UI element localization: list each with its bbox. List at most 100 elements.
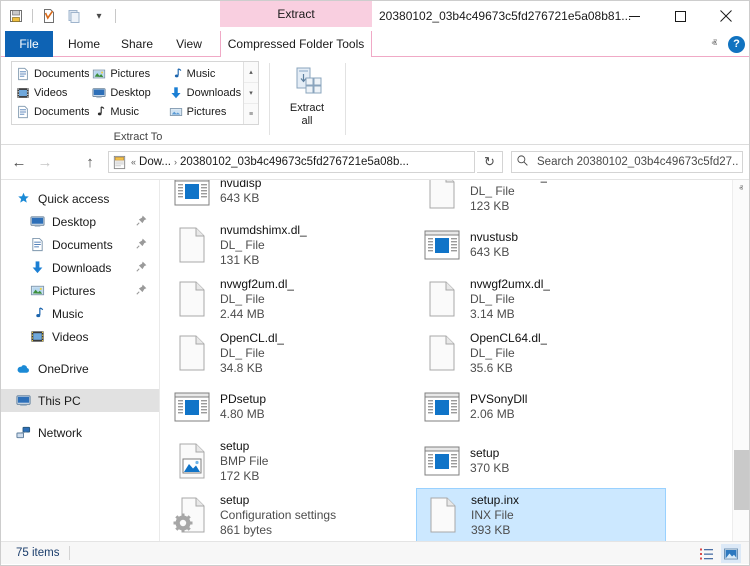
extract-to-gallery: Documents Pictures Music Videos Desktop … — [11, 61, 259, 125]
file-item-opencl64[interactable]: OpenCL64.dl_ DL_ File 35.6 KB — [416, 326, 666, 380]
file-item-nvwgf2um[interactable]: nvwgf2um.dl_ DL_ File 2.44 MB — [166, 272, 416, 326]
file-item-setup-inx[interactable]: setup.inx INX File 393 KB — [416, 488, 666, 541]
qat-separator-2 — [115, 9, 116, 23]
pin-icon[interactable] — [135, 260, 149, 274]
sidebar-item-this-pc[interactable]: This PC — [1, 389, 159, 412]
title-bar: ▾ Extract 20380102_03b4c49673c5fd276721e… — [1, 1, 749, 31]
file-item-nvwgf2umx[interactable]: nvwgf2umx.dl_ DL_ File 3.14 MB — [416, 272, 666, 326]
file-item-setup-bmp[interactable]: setup BMP File 172 KB — [166, 434, 416, 488]
pin-icon[interactable] — [135, 283, 149, 297]
file-item-pdsetup[interactable]: PDsetup 4.80 MB — [166, 380, 416, 434]
file-type: DL_ File — [470, 184, 547, 199]
scroll-down-icon[interactable]: ⱟ — [733, 524, 749, 541]
help-icon[interactable]: ? — [728, 36, 745, 53]
sidebar-item-quick-access[interactable]: Quick access — [1, 187, 159, 210]
gallery-item-documents-2[interactable]: Documents — [13, 103, 89, 122]
tab-home[interactable]: Home — [57, 31, 111, 57]
desktop-icon — [92, 86, 106, 100]
breadcrumb-item-downloads[interactable]: Dow... — [139, 156, 171, 168]
file-type: DL_ File — [220, 238, 307, 253]
file-item-text: OpenCL64.dl_ DL_ File 35.6 KB — [470, 331, 547, 376]
file-type: DL_ File — [470, 346, 547, 361]
app-icon — [420, 223, 464, 267]
scrollbar-thumb[interactable] — [734, 450, 749, 510]
sidebar-item-documents[interactable]: Documents — [1, 233, 159, 256]
search-icon — [516, 154, 529, 170]
file-item-nvustusb[interactable]: nvustusb 643 KB — [416, 218, 666, 272]
file-item-nvudisp[interactable]: nvudisp 643 KB — [166, 180, 416, 218]
file-item-pvsonydll[interactable]: PVSonyDll 2.06 MB — [416, 380, 666, 434]
file-size: 3.14 MB — [470, 307, 550, 322]
gallery-scrollbar[interactable]: ▴ ▾ ≡ — [243, 62, 258, 124]
gallery-item-music-1[interactable]: Music — [166, 64, 242, 83]
file-type: DL_ File — [470, 292, 550, 307]
file-item-nvumdshimx[interactable]: nvumdshimx.dl_ DL_ File 131 KB — [166, 218, 416, 272]
file-size: 35.6 KB — [470, 361, 547, 376]
breadcrumb-item-current[interactable]: 20380102_03b4c49673c5fd276721e5a08b... — [180, 156, 409, 168]
file-item-nvumdshimul[interactable]: nvumdshimul_ DL_ File 123 KB — [416, 180, 666, 218]
extract-all-button[interactable]: Extract all — [275, 61, 339, 129]
file-item-setup-app[interactable]: setup 370 KB — [416, 434, 666, 488]
address-dropdown-icon[interactable]: ⱟ — [454, 157, 472, 167]
gallery-scroll-down-icon[interactable]: ▾ — [244, 83, 258, 104]
sidebar-item-network[interactable]: Network — [1, 421, 159, 444]
file-item-text: nvumdshimx.dl_ DL_ File 131 KB — [220, 223, 307, 268]
details-view-icon[interactable] — [697, 544, 717, 563]
file-item-opencl[interactable]: OpenCL.dl_ DL_ File 34.8 KB — [166, 326, 416, 380]
file-type: DL_ File — [220, 346, 284, 361]
file-list-pane[interactable]: nvudisp 643 KB nvumdshimul_ DL_ File 123… — [160, 180, 749, 541]
scroll-up-icon[interactable]: ⱏ — [733, 180, 749, 197]
tab-file[interactable]: File — [5, 31, 53, 57]
view-mode-buttons — [697, 542, 741, 565]
sidebar-item-downloads[interactable]: Downloads — [1, 256, 159, 279]
forward-button[interactable]: → — [33, 150, 57, 174]
search-box[interactable]: Search 20380102_03b4c49673c5fd27... — [511, 151, 743, 173]
save-icon[interactable] — [5, 5, 27, 27]
gallery-item-label: Music — [187, 68, 216, 80]
tab-compressed-folder-tools[interactable]: Compressed Folder Tools — [220, 31, 372, 57]
maximize-button[interactable] — [657, 1, 703, 31]
close-button[interactable] — [703, 1, 749, 31]
recent-locations-button[interactable]: ⱟ — [59, 150, 76, 174]
properties-icon[interactable] — [38, 5, 60, 27]
file-item-setup-config[interactable]: setup Configuration settings 861 bytes — [166, 488, 416, 541]
sidebar-item-music[interactable]: Music — [1, 302, 159, 325]
vertical-scrollbar[interactable]: ⱏ ⱟ — [732, 180, 749, 541]
file-name: setup.inx — [471, 493, 519, 508]
collapse-ribbon-icon[interactable]: ⱏ — [709, 38, 720, 51]
sidebar-item-desktop[interactable]: Desktop — [1, 210, 159, 233]
qat-dropdown-icon[interactable]: ▾ — [88, 5, 110, 27]
gallery-scroll-up-icon[interactable]: ▴ — [244, 62, 258, 83]
gallery-more-icon[interactable]: ≡ — [244, 104, 258, 124]
pin-icon[interactable] — [135, 214, 149, 228]
app-icon — [420, 439, 464, 483]
tab-view[interactable]: View — [163, 31, 215, 57]
sidebar-item-label: Music — [52, 307, 83, 321]
content-area: Quick access Desktop Documents Downloads… — [1, 179, 749, 541]
breadcrumb-separator[interactable]: › — [173, 157, 178, 167]
minimize-button[interactable] — [611, 1, 657, 31]
sidebar-item-videos[interactable]: Videos — [1, 325, 159, 348]
back-button[interactable]: ← — [7, 150, 31, 174]
new-folder-icon[interactable] — [63, 5, 85, 27]
sidebar-item-pictures[interactable]: Pictures — [1, 279, 159, 302]
file-name: nvwgf2um.dl_ — [220, 277, 294, 292]
gallery-item-documents-1[interactable]: Documents — [13, 64, 89, 83]
refresh-button[interactable]: ↻ — [477, 151, 503, 173]
breadcrumb-overflow[interactable]: « — [130, 157, 137, 167]
gallery-item-pictures-2[interactable]: Pictures — [166, 103, 242, 122]
tab-share[interactable]: Share — [111, 31, 163, 57]
large-icons-view-icon[interactable] — [721, 544, 741, 563]
pin-icon[interactable] — [135, 237, 149, 251]
sidebar-item-onedrive[interactable]: OneDrive — [1, 357, 159, 380]
search-input[interactable]: Search 20380102_03b4c49673c5fd27... — [537, 156, 738, 168]
up-button[interactable]: ↑ — [78, 150, 102, 174]
gallery-item-pictures-1[interactable]: Pictures — [89, 64, 165, 83]
gallery-item-videos[interactable]: Videos — [13, 83, 89, 102]
file-size: 393 KB — [471, 523, 519, 538]
gallery-item-downloads[interactable]: Downloads — [166, 83, 242, 102]
address-bar[interactable]: « Dow... › 20380102_03b4c49673c5fd276721… — [108, 151, 475, 173]
gallery-item-desktop[interactable]: Desktop — [89, 83, 165, 102]
gallery-item-music-2[interactable]: Music — [89, 103, 165, 122]
file-item-text: setup Configuration settings 861 bytes — [220, 493, 336, 538]
